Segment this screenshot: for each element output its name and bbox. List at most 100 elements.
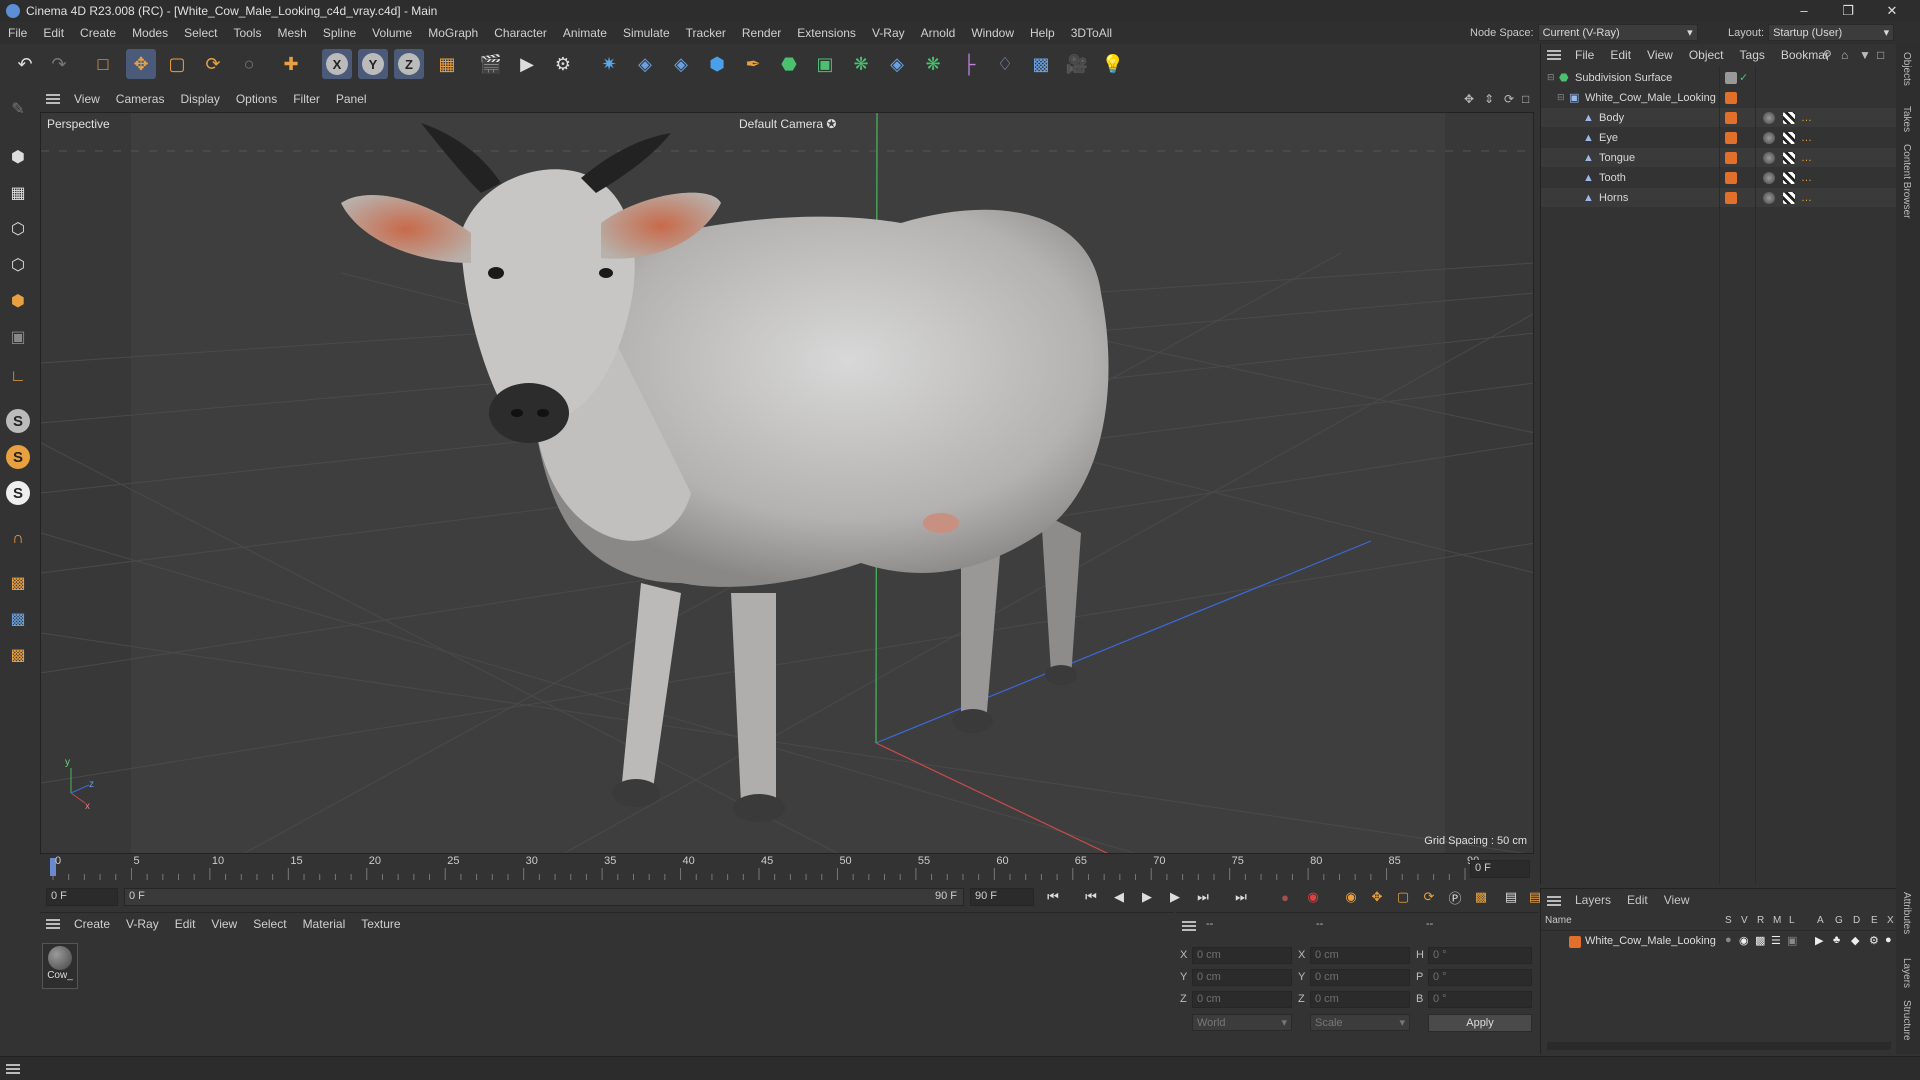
uvw-tag-icon[interactable]	[1783, 191, 1795, 204]
cube-primitive-icon[interactable]: ⬢	[702, 49, 732, 79]
start-frame-field[interactable]: 0 F	[46, 888, 118, 906]
light-icon[interactable]: 💡	[1098, 49, 1128, 79]
cloner-icon[interactable]: ❋	[846, 49, 876, 79]
axis-z-lock[interactable]: Z	[394, 49, 424, 79]
subdivision-generator-icon[interactable]: ⬣	[774, 49, 804, 79]
menu-character[interactable]: Character	[486, 26, 555, 40]
selection-tag-icon[interactable]: …	[1801, 132, 1812, 144]
rot-p-field[interactable]: 0 °	[1428, 969, 1532, 986]
go-to-start-icon[interactable]: ⏮	[1042, 887, 1064, 907]
floor-icon[interactable]: ▩	[1026, 49, 1056, 79]
node-space-select[interactable]: Current (V-Ray) ▾	[1537, 24, 1698, 41]
coordinate-system-icon[interactable]: ▦	[432, 49, 462, 79]
rotate-tool-icon[interactable]: ⟳	[198, 49, 228, 79]
objects-menu-object[interactable]: Object	[1681, 48, 1732, 62]
objects-menu-view[interactable]: View	[1639, 48, 1681, 62]
selection-tag-icon[interactable]: …	[1801, 192, 1812, 204]
current-frame-field[interactable]: 0 F	[1470, 860, 1530, 878]
locked-workplane-icon[interactable]: ▩	[3, 640, 33, 670]
record-icon[interactable]: ●	[1274, 887, 1296, 907]
layer-color-tag[interactable]	[1725, 191, 1737, 204]
menu-edit[interactable]: Edit	[35, 26, 72, 40]
key-pla-icon[interactable]: ▩	[1470, 887, 1492, 907]
live-selection-icon[interactable]: □	[88, 49, 118, 79]
mograph-effector-icon[interactable]: ❋	[918, 49, 948, 79]
key-rotation-icon[interactable]: ⟳	[1418, 887, 1440, 907]
vray-icon[interactable]: ✷	[594, 49, 624, 79]
layers-menu-icon[interactable]	[1547, 896, 1561, 906]
material-tag-icon[interactable]	[1763, 131, 1775, 144]
layers-scrollbar[interactable]	[1547, 1042, 1891, 1050]
layer-color-swatch[interactable]	[1569, 936, 1581, 948]
restore-icon[interactable]: ❐	[1826, 0, 1870, 22]
layers-menu-view[interactable]: View	[1656, 893, 1698, 907]
menu-file[interactable]: File	[0, 26, 35, 40]
material-menu-create[interactable]: Create	[66, 917, 118, 931]
viewport-rotate-icon[interactable]: ⟳	[1504, 92, 1514, 106]
points-mode-icon[interactable]: ⬡	[3, 214, 33, 244]
menu-tracker[interactable]: Tracker	[678, 26, 734, 40]
camera-icon[interactable]: 🎥	[1062, 49, 1092, 79]
undo-icon[interactable]: ↶	[10, 49, 40, 79]
pos-y-field[interactable]: 0 cm	[1192, 969, 1292, 986]
viewport-menu-cameras[interactable]: Cameras	[108, 92, 173, 106]
rot-b-field[interactable]: 0 °	[1428, 991, 1532, 1008]
selection-tag-icon[interactable]: …	[1801, 172, 1812, 184]
render-picture-viewer-icon[interactable]: ▶	[512, 49, 542, 79]
column-divider[interactable]	[1755, 66, 1756, 884]
material-menu-vray[interactable]: V-Ray	[118, 917, 167, 931]
generator-icon[interactable]: ♣	[1833, 934, 1840, 946]
render-icon[interactable]: ▩	[1755, 934, 1765, 947]
go-to-end-icon[interactable]: ⏭	[1230, 887, 1252, 907]
layer-color-tag[interactable]	[1725, 91, 1737, 104]
filter-icon[interactable]: ▼	[1859, 48, 1871, 62]
python-script-icon[interactable]: ◈	[666, 49, 696, 79]
next-key-icon[interactable]: ⏭	[1192, 887, 1214, 907]
objects-menu-edit[interactable]: Edit	[1602, 48, 1639, 62]
tab-attributes[interactable]: Attributes	[1901, 892, 1912, 934]
axis-x-lock[interactable]: X	[322, 49, 352, 79]
objects-menu-icon[interactable]	[1547, 50, 1561, 60]
keyframe-selection-icon[interactable]: ◉	[1340, 887, 1362, 907]
close-icon[interactable]: ✕	[1870, 0, 1914, 22]
eye-icon[interactable]: ◉	[1739, 934, 1749, 947]
enabled-check-icon[interactable]: ✓	[1739, 71, 1748, 84]
menu-render[interactable]: Render	[734, 26, 789, 40]
tab-objects[interactable]: Objects	[1901, 52, 1912, 86]
end-frame-field[interactable]: 90 F	[970, 888, 1034, 906]
material-tag-icon[interactable]	[1763, 151, 1775, 164]
viewport-menu-filter[interactable]: Filter	[285, 92, 328, 106]
material-menu-icon[interactable]	[46, 919, 60, 929]
menu-mesh[interactable]: Mesh	[269, 26, 314, 40]
polygons-mode-icon[interactable]: ⬢	[3, 286, 33, 316]
preview-range-slider[interactable]: 0 F 90 F	[124, 888, 964, 906]
soft-selection-button[interactable]: S	[3, 478, 33, 508]
viewport-move-icon[interactable]: ✥	[1464, 92, 1474, 106]
material-menu-view[interactable]: View	[203, 917, 245, 931]
model-mode-icon[interactable]: ⬢	[3, 142, 33, 172]
layout-select[interactable]: Startup (User) ▾	[1768, 24, 1895, 41]
menu-select[interactable]: Select	[176, 26, 225, 40]
menu-modes[interactable]: Modes	[124, 26, 176, 40]
size-y-field[interactable]: 0 cm	[1310, 969, 1410, 986]
menu-window[interactable]: Window	[963, 26, 1022, 40]
new-window-icon[interactable]: □	[1877, 48, 1884, 62]
axis-y-lock[interactable]: Y	[358, 49, 388, 79]
column-divider[interactable]	[1719, 66, 1720, 884]
material-menu-texture[interactable]: Texture	[353, 917, 408, 931]
lock-icon[interactable]: ▣	[1787, 934, 1797, 947]
material-menu-edit[interactable]: Edit	[167, 917, 204, 931]
tab-layers[interactable]: Layers	[1901, 958, 1912, 988]
expression-icon[interactable]: ⚙	[1869, 934, 1879, 947]
key-scale-icon[interactable]: ▢	[1392, 887, 1414, 907]
menu-simulate[interactable]: Simulate	[615, 26, 678, 40]
expand-icon[interactable]: ⊟	[1547, 72, 1555, 83]
home-icon[interactable]: ⌂	[1841, 48, 1848, 62]
workplane-grid-icon[interactable]: ▩	[3, 568, 33, 598]
timeline-ruler[interactable]: 051015202530354045505560657075808590 0 F	[40, 854, 1534, 882]
snap-grid-icon[interactable]: ▩	[3, 604, 33, 634]
perspective-viewport[interactable]: y z x Perspective Default Camera ✪ Grid …	[40, 112, 1534, 854]
python-generator-icon[interactable]: ◈	[882, 49, 912, 79]
status-menu-icon[interactable]	[6, 1064, 20, 1074]
move-tool-icon[interactable]: ✥	[126, 49, 156, 79]
